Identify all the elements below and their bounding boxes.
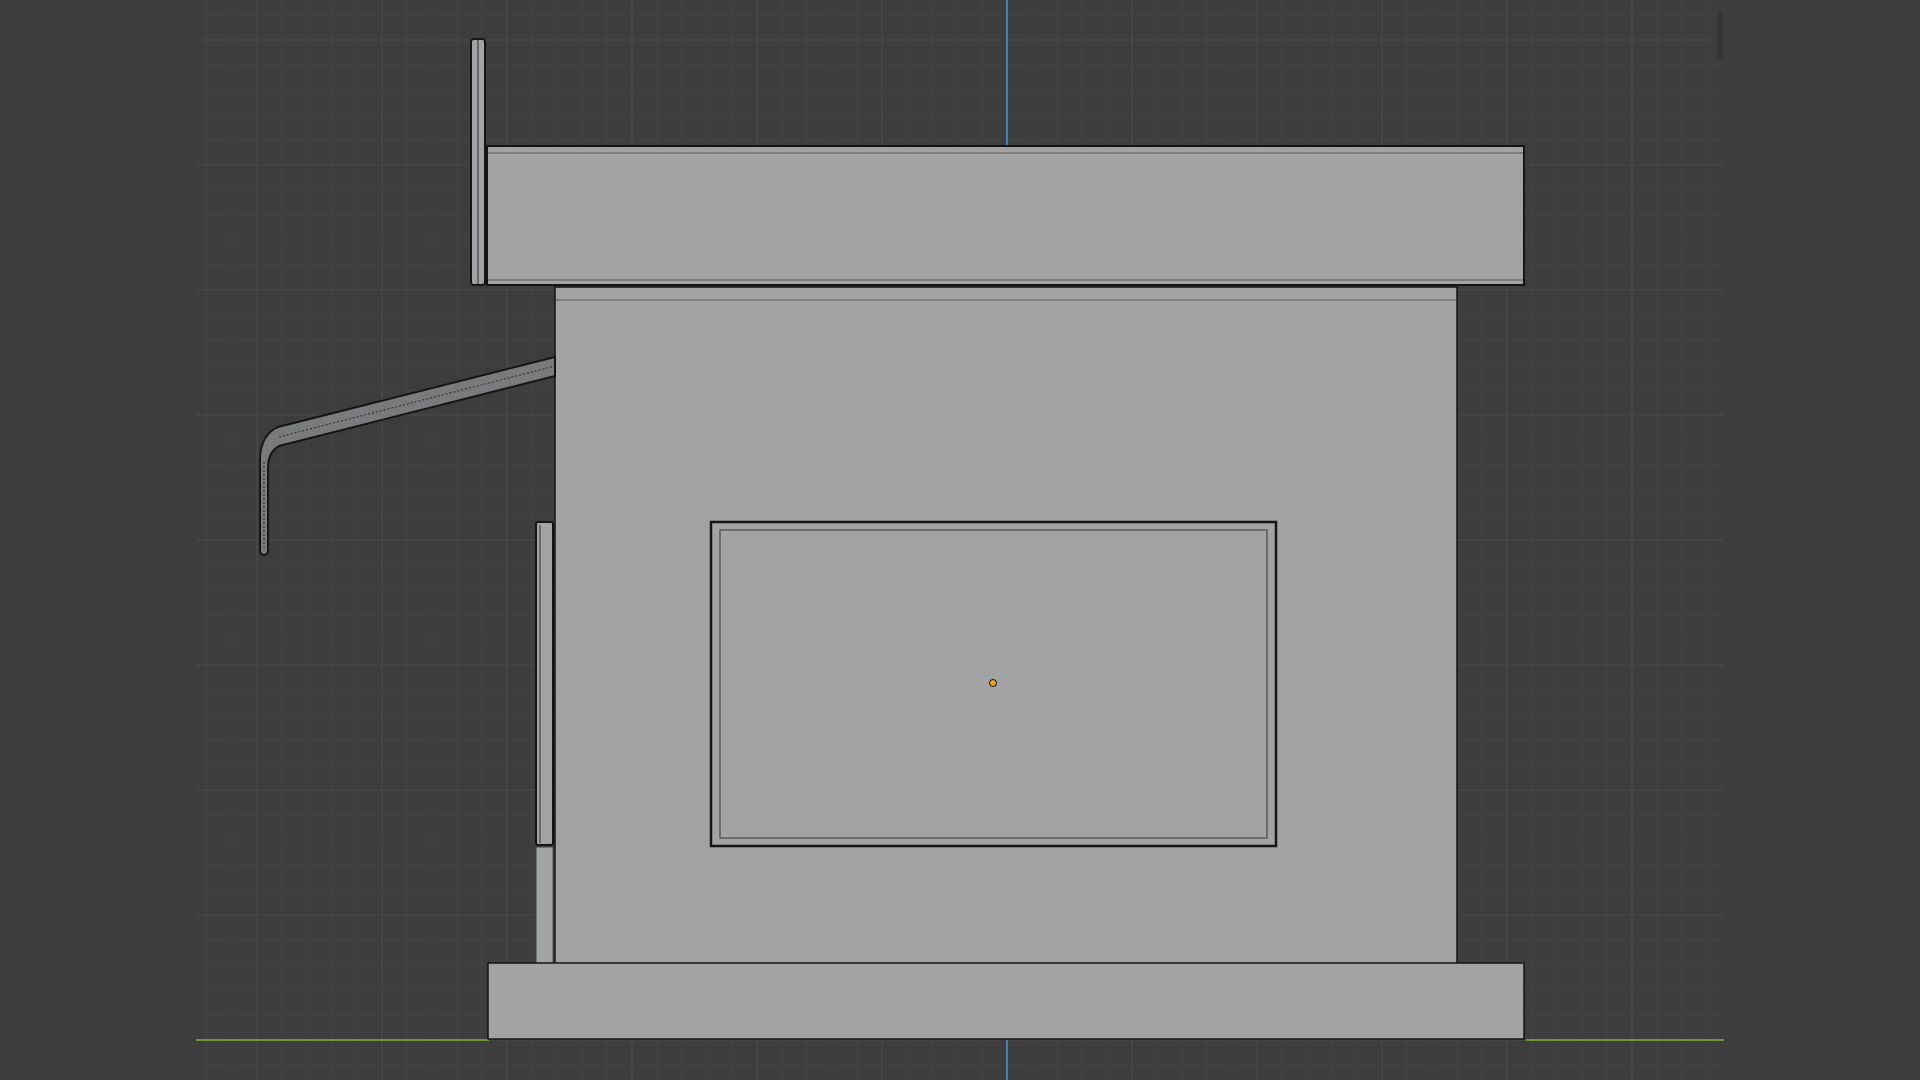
viewport-3d[interactable] xyxy=(0,0,1920,1080)
side-door-lower[interactable] xyxy=(535,846,554,964)
base-slab[interactable] xyxy=(487,962,1525,1040)
handle-pipe[interactable] xyxy=(259,355,556,556)
mesh-object[interactable] xyxy=(259,38,1525,1040)
scene-svg[interactable] xyxy=(196,0,1724,1080)
viewport-scroll-handle[interactable] xyxy=(1717,12,1723,60)
object-origin-dot xyxy=(989,679,997,687)
top-slab[interactable] xyxy=(486,145,1525,286)
side-door-panel[interactable] xyxy=(535,521,554,846)
viewport-canvas[interactable] xyxy=(196,0,1724,1080)
